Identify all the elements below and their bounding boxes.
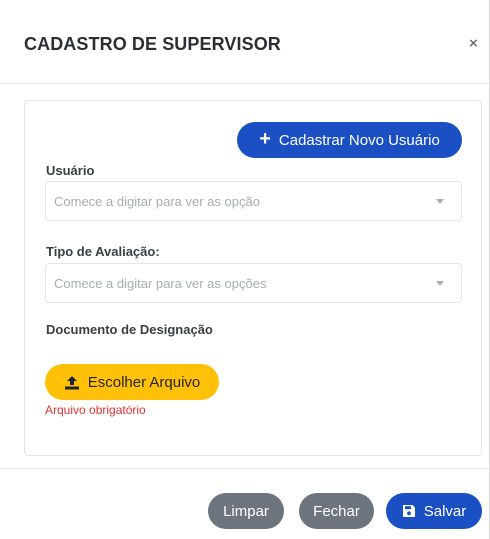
clear-button-label: Limpar: [223, 502, 269, 520]
save-button[interactable]: Salvar: [386, 493, 482, 529]
tipo-avaliacao-label: Tipo de Avaliação:: [46, 244, 160, 259]
documento-label: Documento de Designação: [46, 322, 213, 337]
upload-icon: [64, 375, 80, 390]
tipo-avaliacao-placeholder: Comece a digitar para ver as opções: [54, 276, 267, 291]
add-user-button[interactable]: + Cadastrar Novo Usuário: [237, 122, 462, 158]
choose-file-button[interactable]: Escolher Arquivo: [45, 364, 219, 400]
floppy-disk-icon: [402, 504, 416, 518]
usuario-label: Usuário: [46, 163, 95, 178]
close-icon[interactable]: ×: [469, 36, 478, 51]
usuario-select[interactable]: Comece a digitar para ver as opção: [45, 181, 462, 221]
file-required-error: Arquivo obrigatório: [45, 403, 146, 417]
supervisor-modal: CADASTRO DE SUPERVISOR × + Cadastrar Nov…: [0, 0, 490, 539]
footer-divider: [0, 468, 489, 469]
add-user-button-label: Cadastrar Novo Usuário: [278, 131, 440, 149]
close-button[interactable]: Fechar: [299, 493, 374, 529]
tipo-avaliacao-select[interactable]: Comece a digitar para ver as opções: [45, 263, 462, 303]
chevron-down-icon: [436, 199, 444, 204]
modal-title: CADASTRO DE SUPERVISOR: [24, 34, 281, 54]
plus-icon: +: [259, 128, 271, 150]
modal-header: CADASTRO DE SUPERVISOR ×: [0, 0, 489, 84]
usuario-placeholder: Comece a digitar para ver as opção: [54, 194, 260, 209]
clear-button[interactable]: Limpar: [208, 493, 284, 529]
chevron-down-icon: [436, 281, 444, 286]
close-button-label: Fechar: [313, 502, 360, 520]
save-button-label: Salvar: [423, 502, 467, 520]
choose-file-button-label: Escolher Arquivo: [87, 373, 201, 391]
